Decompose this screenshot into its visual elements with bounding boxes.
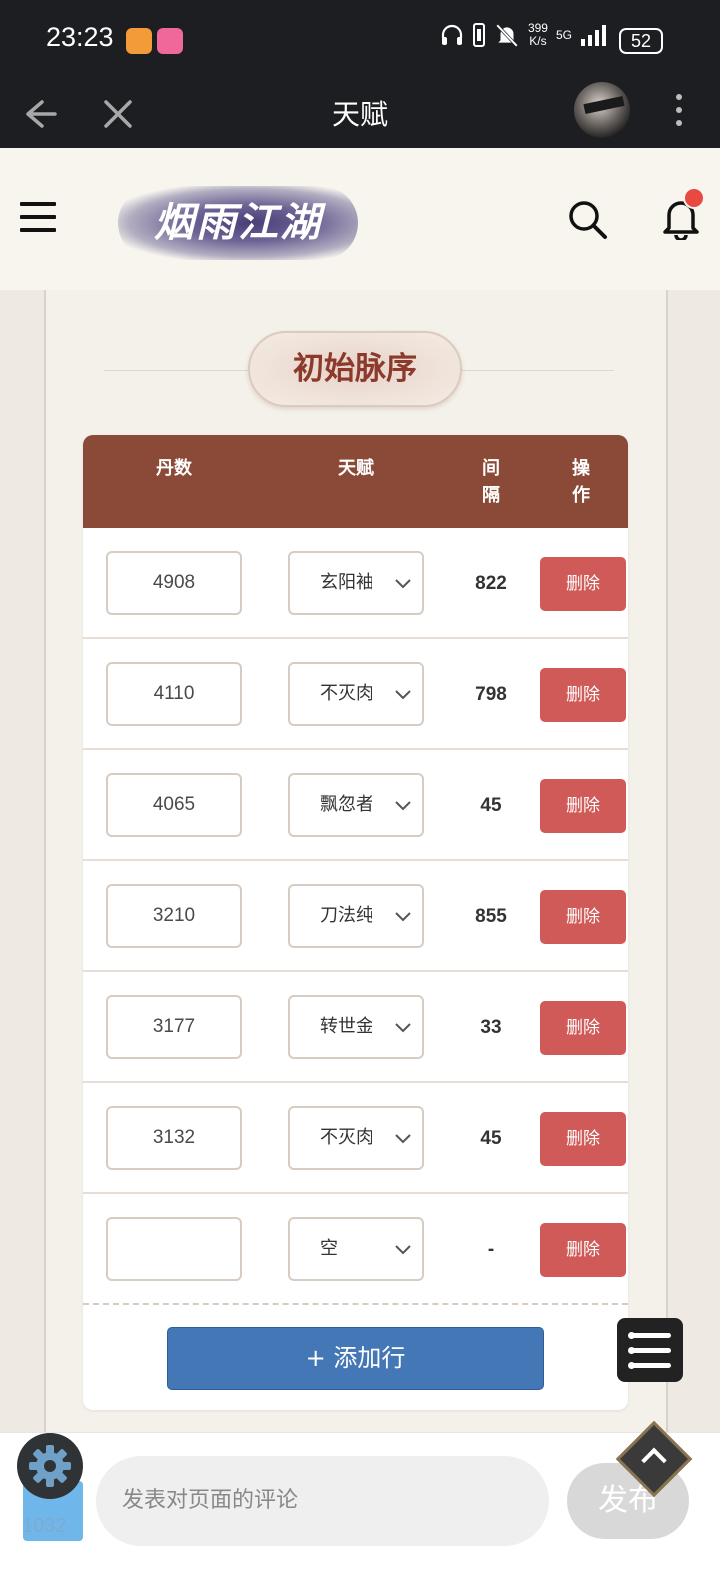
column-header-dan: 丹数 — [156, 458, 192, 479]
net-speed: 399 K/s — [527, 21, 548, 48]
column-header-action: 操 作 — [572, 458, 590, 506]
dan-input[interactable]: 4065 — [106, 773, 242, 837]
talent-select-value: 不灭肉 — [320, 1127, 372, 1148]
chevron-down-icon — [394, 575, 412, 597]
talent-select-value: 转世金 — [320, 1016, 372, 1037]
comment-bar: 1032 发表对页面的评论 发布 — [0, 1432, 720, 1588]
delete-button[interactable]: 删除 — [540, 668, 626, 722]
gap-value: 33 — [480, 1017, 502, 1038]
comment-count: 1032 — [22, 1515, 67, 1537]
delete-button[interactable]: 删除 — [540, 557, 626, 611]
delete-button[interactable]: 删除 — [540, 1112, 626, 1166]
signal-icon — [581, 25, 606, 46]
delete-button[interactable]: 删除 — [540, 890, 626, 944]
talent-select[interactable]: 不灭肉 — [288, 662, 424, 726]
comment-input[interactable]: 发表对页面的评论 — [96, 1456, 549, 1546]
notification-badge — [683, 187, 705, 209]
delete-button[interactable]: 删除 — [540, 1001, 626, 1055]
more-options-icon[interactable] — [676, 94, 682, 130]
chevron-down-icon — [394, 1241, 412, 1263]
table-row: 3132 不灭肉 45 删除 — [83, 1083, 628, 1194]
gap-value: 45 — [480, 1128, 502, 1149]
gap-value: 45 — [480, 795, 502, 816]
chevron-down-icon — [394, 1130, 412, 1152]
avatar[interactable] — [574, 82, 630, 138]
app-notification-icon — [126, 28, 152, 54]
talent-select[interactable]: 空 — [288, 1217, 424, 1281]
dan-input[interactable]: 3177 — [106, 995, 242, 1059]
site-header: 烟雨江湖 — [0, 148, 720, 290]
network-type: 5G — [555, 27, 572, 42]
add-row-area: + 添加行 — [83, 1305, 628, 1409]
table-row: 空 - 删除 — [83, 1194, 628, 1305]
delete-button[interactable]: 删除 — [540, 779, 626, 833]
gap-value: - — [487, 1239, 495, 1260]
talent-select-value: 空 — [320, 1238, 338, 1259]
chevron-down-icon — [394, 1019, 412, 1041]
talent-table: 丹数 天赋 间 隔 操 作 4908 玄阳袖 822 删除 4110 不灭肉 7… — [83, 435, 628, 1410]
delete-button[interactable]: 删除 — [540, 1223, 626, 1277]
gap-value: 798 — [475, 684, 507, 705]
vibrate-icon — [472, 23, 485, 47]
dan-input[interactable] — [106, 1217, 242, 1281]
chevron-down-icon — [394, 797, 412, 819]
section-title: 初始脉序 — [248, 331, 462, 407]
dan-input[interactable]: 3210 — [106, 884, 242, 948]
table-header: 丹数 天赋 间 隔 操 作 — [83, 435, 628, 528]
mute-bell-icon — [496, 24, 518, 47]
dan-input[interactable]: 4110 — [106, 662, 242, 726]
talent-select-value: 飘忽者 — [320, 794, 372, 815]
talent-select[interactable]: 转世金 — [288, 995, 424, 1059]
headphones-icon — [441, 24, 463, 45]
talent-select[interactable]: 飘忽者 — [288, 773, 424, 837]
talent-select-value: 刀法纯 — [320, 905, 372, 926]
table-row: 4908 玄阳袖 822 删除 — [83, 528, 628, 639]
app-bar: 天赋 — [0, 80, 720, 148]
table-row: 3177 转世金 33 删除 — [83, 972, 628, 1083]
talent-select[interactable]: 玄阳袖 — [288, 551, 424, 615]
menu-icon[interactable] — [20, 202, 56, 232]
site-logo[interactable]: 烟雨江湖 — [118, 186, 358, 260]
table-of-contents-button[interactable] — [617, 1318, 683, 1382]
battery-indicator: 52 — [619, 28, 663, 54]
table-row: 3210 刀法纯 855 删除 — [83, 861, 628, 972]
chevron-down-icon — [394, 686, 412, 708]
table-row: 4065 飘忽者 45 删除 — [83, 750, 628, 861]
dan-input[interactable]: 4908 — [106, 551, 242, 615]
table-row: 4110 不灭肉 798 删除 — [83, 639, 628, 750]
talent-select[interactable]: 刀法纯 — [288, 884, 424, 948]
status-time: 23:23 — [46, 22, 114, 52]
gap-value: 855 — [475, 906, 507, 927]
talent-select[interactable]: 不灭肉 — [288, 1106, 424, 1170]
add-row-button[interactable]: + 添加行 — [167, 1327, 544, 1390]
status-bar: 23:23 399 K/s 5G 52 — [0, 0, 720, 80]
settings-gear-icon[interactable] — [17, 1433, 83, 1499]
app-notification-icon — [157, 28, 183, 54]
talent-select-value: 不灭肉 — [320, 683, 372, 704]
gap-value: 822 — [475, 573, 507, 594]
chevron-down-icon — [394, 908, 412, 930]
column-header-talent: 天赋 — [338, 458, 374, 479]
search-icon[interactable] — [566, 198, 608, 244]
column-header-gap: 间 隔 — [482, 458, 500, 506]
talent-select-value: 玄阳袖 — [320, 572, 372, 593]
dan-input[interactable]: 3132 — [106, 1106, 242, 1170]
